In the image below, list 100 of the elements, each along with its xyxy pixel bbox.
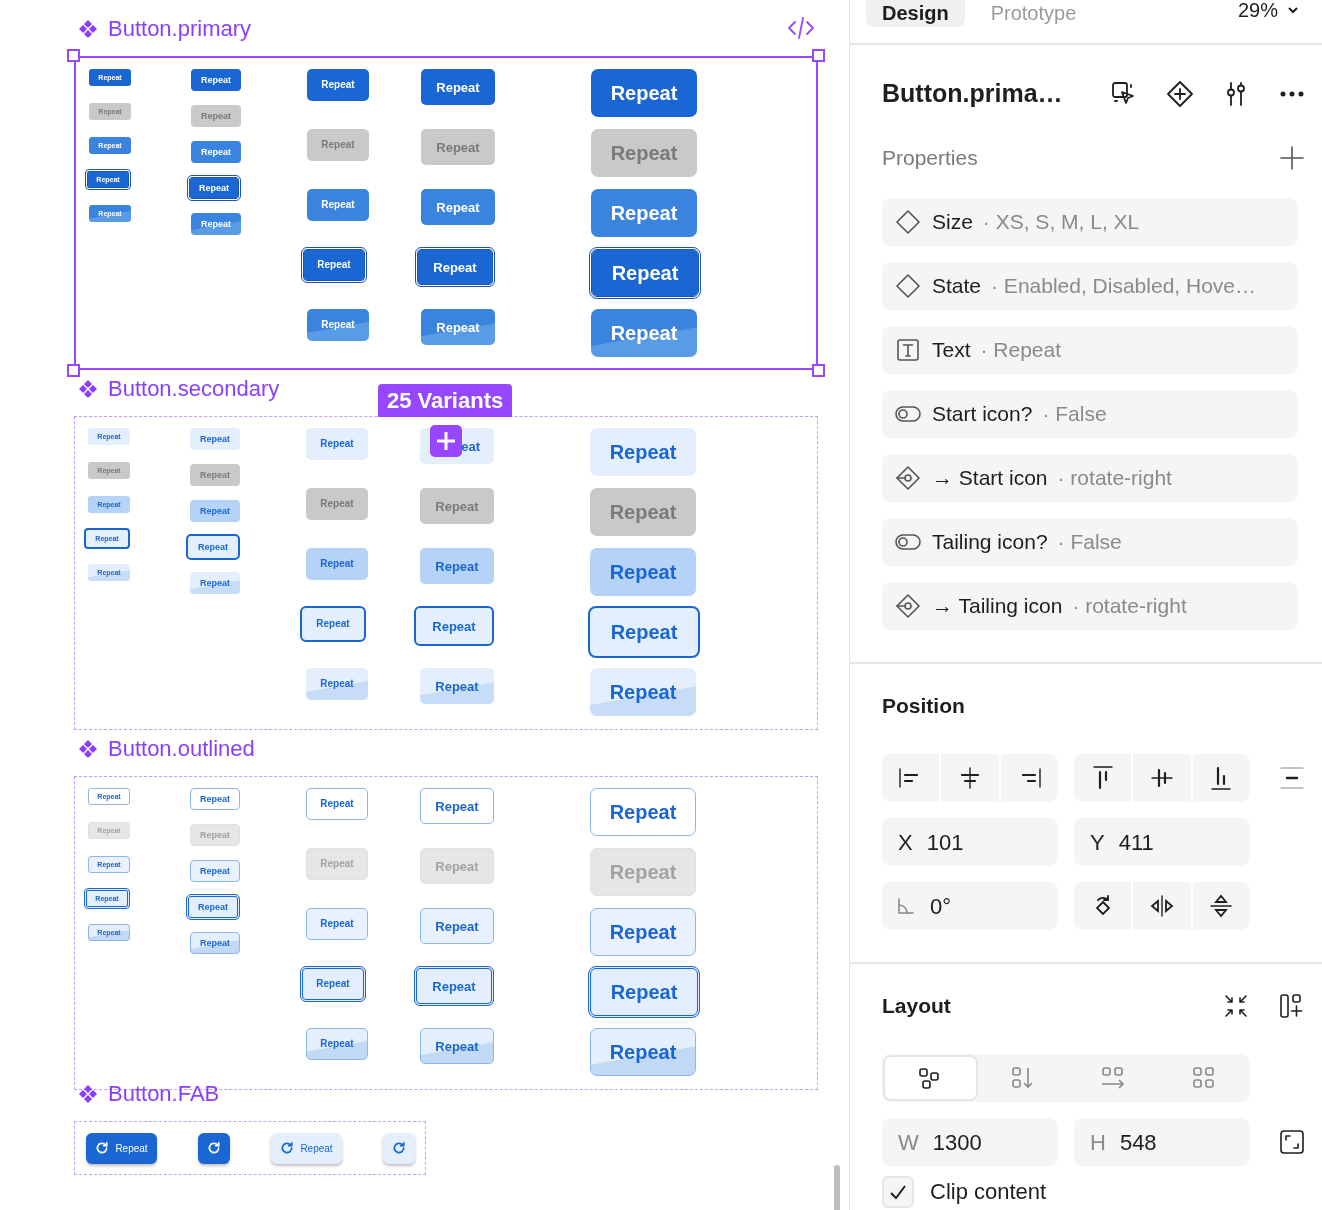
variant-button[interactable]: Repeat	[420, 668, 494, 704]
variant-button[interactable]: Repeat	[306, 668, 368, 700]
variant-button[interactable]: Repeat	[190, 428, 240, 450]
component-set-title[interactable]: Button.secondary	[108, 378, 280, 400]
collapse-icon[interactable]	[1222, 992, 1250, 1020]
variant-button[interactable]: Repeat	[588, 606, 700, 658]
variant-button[interactable]: Repeat	[590, 428, 696, 476]
variant-button[interactable]: Repeat	[186, 894, 240, 920]
property-row[interactable]: → Tailing icon · rotate-right	[882, 582, 1298, 630]
variant-button[interactable]: Repeat	[414, 966, 494, 1006]
variant-button[interactable]: Repeat	[306, 788, 368, 820]
selection-handle[interactable]	[812, 364, 825, 377]
variant-button[interactable]: Repeat	[190, 464, 240, 486]
selection-handle[interactable]	[67, 49, 80, 62]
selection-handle[interactable]	[67, 364, 80, 377]
variant-button[interactable]: Repeat	[191, 141, 241, 163]
number-field[interactable]: Y 411	[1074, 818, 1250, 866]
variant-button[interactable]: Repeat	[187, 175, 241, 201]
align-center-icon[interactable]	[941, 754, 999, 802]
fab-button[interactable]	[198, 1132, 230, 1164]
component-set-title[interactable]: Button.outlined	[108, 738, 255, 760]
resize-icon[interactable]	[1278, 1128, 1306, 1156]
checkbox[interactable]	[882, 1176, 914, 1208]
variant-button[interactable]: Repeat	[191, 69, 241, 91]
variant-button[interactable]: Repeat	[306, 488, 368, 520]
variant-button[interactable]: Repeat	[590, 1028, 696, 1076]
diamond-plus-icon[interactable]	[1166, 80, 1194, 108]
align-top-icon[interactable]	[1074, 754, 1132, 802]
variant-button[interactable]: Repeat	[414, 606, 494, 646]
variant-button[interactable]: Repeat	[590, 548, 696, 596]
variant-button[interactable]: Repeat	[420, 1028, 494, 1064]
variant-button[interactable]: Repeat	[420, 788, 494, 824]
rotate-icon[interactable]	[1074, 882, 1132, 930]
variant-button[interactable]: Repeat	[306, 908, 368, 940]
variant-button[interactable]: Repeat	[306, 1028, 368, 1060]
panel-tab[interactable]: Design	[866, 0, 965, 27]
variant-button[interactable]: Repeat	[591, 129, 697, 177]
variant-button[interactable]: Repeat	[191, 105, 241, 127]
variant-button[interactable]: Repeat	[591, 309, 697, 357]
variant-button[interactable]: Repeat	[588, 966, 700, 1018]
variant-button[interactable]: Repeat	[306, 548, 368, 580]
variant-button[interactable]: Repeat	[589, 247, 701, 299]
fab-button[interactable]: Repeat	[271, 1132, 342, 1164]
variant-button[interactable]: Repeat	[300, 966, 366, 1002]
align-bottom-icon[interactable]	[1192, 754, 1250, 802]
panel-tab[interactable]: Prototype	[974, 0, 1093, 27]
property-row[interactable]: Size · XS, S, M, L, XL	[882, 198, 1298, 246]
variant-button[interactable]: Repeat	[590, 788, 696, 836]
variant-button[interactable]: Repeat	[421, 309, 495, 345]
variant-button[interactable]: Repeat	[590, 908, 696, 956]
rotation-field[interactable]: 0°	[882, 882, 1058, 930]
variant-button[interactable]: Repeat	[191, 213, 241, 235]
variant-button[interactable]: Repeat	[301, 247, 367, 283]
scrollbar[interactable]	[834, 1165, 840, 1210]
variant-button[interactable]: Repeat	[190, 572, 240, 594]
layout-mode-option[interactable]	[883, 1055, 978, 1101]
variant-button[interactable]: Repeat	[415, 247, 495, 287]
variant-button[interactable]: Repeat	[307, 189, 369, 221]
fab-button[interactable]: Repeat	[86, 1132, 157, 1164]
variant-button[interactable]: eat	[420, 428, 494, 464]
variant-button[interactable]: Repeat	[190, 500, 240, 522]
number-field[interactable]: H 548	[1074, 1118, 1250, 1166]
align-right-icon[interactable]	[1000, 754, 1058, 802]
variant-button[interactable]: Repeat	[300, 606, 366, 642]
component-set-title[interactable]: Button.primary	[108, 18, 252, 40]
property-row[interactable]: → Start icon · rotate-right	[882, 454, 1298, 502]
variant-button[interactable]: Repeat	[591, 69, 697, 117]
variant-button[interactable]: Repeat	[421, 69, 495, 105]
zoom-dropdown[interactable]: 29%	[1237, 0, 1300, 22]
variant-button[interactable]: Repeat	[420, 548, 494, 584]
number-field[interactable]: W 1300	[882, 1118, 1058, 1166]
property-row[interactable]: State · Enabled, Disabled, Hove…	[882, 262, 1298, 310]
variant-button[interactable]: Repeat	[190, 932, 240, 954]
property-row[interactable]: Start icon? · False	[882, 390, 1298, 438]
variant-button[interactable]: Repeat	[190, 860, 240, 882]
distribute-icon[interactable]	[1278, 764, 1306, 792]
add-variant-icon[interactable]	[430, 425, 462, 457]
fab-button[interactable]	[383, 1132, 415, 1164]
variant-button[interactable]: Repeat	[590, 488, 696, 536]
selection-handle[interactable]	[812, 49, 825, 62]
number-field[interactable]: X 101	[882, 818, 1058, 866]
variant-button[interactable]: Repeat	[306, 428, 368, 460]
add-icon[interactable]	[1278, 144, 1306, 172]
property-row[interactable]: Text · Repeat	[882, 326, 1298, 374]
flip-horizontal-icon[interactable]	[1133, 882, 1191, 930]
variant-button[interactable]: Repeat	[590, 668, 696, 716]
variant-button[interactable]: Repeat	[591, 189, 697, 237]
variant-button[interactable]: Repeat	[421, 129, 495, 165]
align-left-icon[interactable]	[882, 754, 940, 802]
variant-button[interactable]: Repeat	[186, 534, 240, 560]
variant-button[interactable]: Repeat	[420, 488, 494, 524]
variant-button[interactable]: Repeat	[307, 69, 369, 101]
flip-vertical-icon[interactable]	[1192, 882, 1250, 930]
variant-button[interactable]: Repeat	[307, 129, 369, 161]
variant-button[interactable]: Repeat	[190, 788, 240, 810]
component-set-frame[interactable]: Repeat Repeat	[74, 1121, 426, 1175]
align-middle-icon[interactable]	[1133, 754, 1191, 802]
property-row[interactable]: Tailing icon? · False	[882, 518, 1298, 566]
variant-button[interactable]: Repeat	[307, 309, 369, 341]
variant-button[interactable]: Repeat	[420, 908, 494, 944]
